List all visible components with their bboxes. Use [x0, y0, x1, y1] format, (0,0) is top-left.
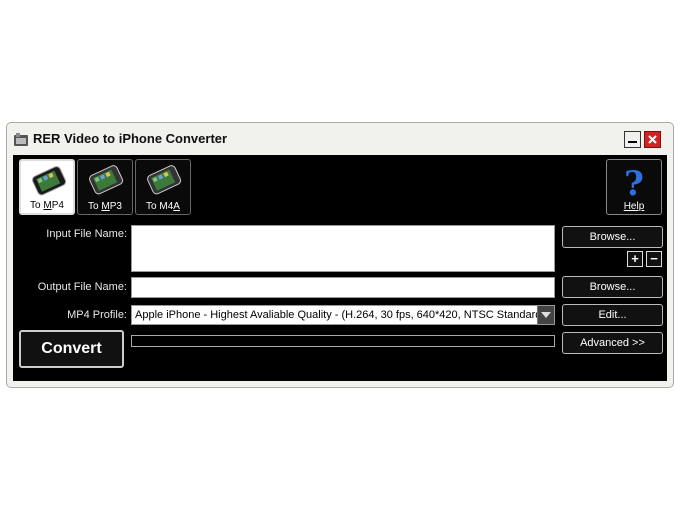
- to-mp4-label: To MP4: [30, 200, 64, 211]
- browse-output-button[interactable]: Browse...: [562, 276, 663, 298]
- dropdown-arrow[interactable]: [537, 306, 554, 324]
- progress-bar: [131, 335, 555, 347]
- add-file-button[interactable]: +: [627, 251, 643, 267]
- profile-select[interactable]: Apple iPhone - Highest Avaliable Quality…: [131, 305, 555, 325]
- close-icon: [648, 135, 657, 144]
- to-mp4-button[interactable]: To MP4: [19, 159, 75, 215]
- convert-button[interactable]: Convert: [19, 330, 124, 368]
- help-button[interactable]: ? Help: [606, 159, 662, 215]
- browse-input-button[interactable]: Browse...: [562, 226, 663, 248]
- advanced-button[interactable]: Advanced >>: [562, 332, 663, 354]
- window-title: RER Video to iPhone Converter: [33, 131, 228, 146]
- main-panel: To MP4 To MP3 To M4A ? Help Input File N…: [13, 155, 667, 381]
- profile-value: Apple iPhone - Highest Avaliable Quality…: [135, 309, 546, 321]
- app-window: RER Video to iPhone Converter To MP4 To …: [6, 122, 674, 388]
- app-icon: [14, 133, 28, 146]
- profile-label: MP4 Profile:: [67, 309, 127, 321]
- help-label: Help: [623, 201, 645, 212]
- close-button[interactable]: [644, 131, 661, 148]
- to-mp3-button[interactable]: To MP3: [77, 159, 133, 215]
- input-file-field[interactable]: [131, 225, 555, 272]
- minimize-button[interactable]: [624, 131, 641, 148]
- to-m4a-label: To M4A: [146, 201, 180, 212]
- output-file-label: Output File Name:: [37, 281, 127, 293]
- chevron-down-icon: [541, 311, 551, 318]
- question-mark-icon: ?: [624, 164, 644, 204]
- edit-profile-button[interactable]: Edit...: [562, 304, 663, 326]
- title-bar: RER Video to iPhone Converter: [11, 129, 667, 151]
- iphone-icon: [89, 165, 124, 195]
- minimize-icon: [628, 141, 637, 143]
- to-m4a-button[interactable]: To M4A: [135, 159, 191, 215]
- to-mp3-label: To MP3: [88, 201, 122, 212]
- remove-file-button[interactable]: −: [646, 251, 662, 267]
- input-file-label: Input File Name:: [46, 228, 127, 240]
- iphone-icon: [32, 166, 67, 196]
- iphone-icon: [147, 165, 182, 195]
- output-file-field[interactable]: [131, 277, 555, 298]
